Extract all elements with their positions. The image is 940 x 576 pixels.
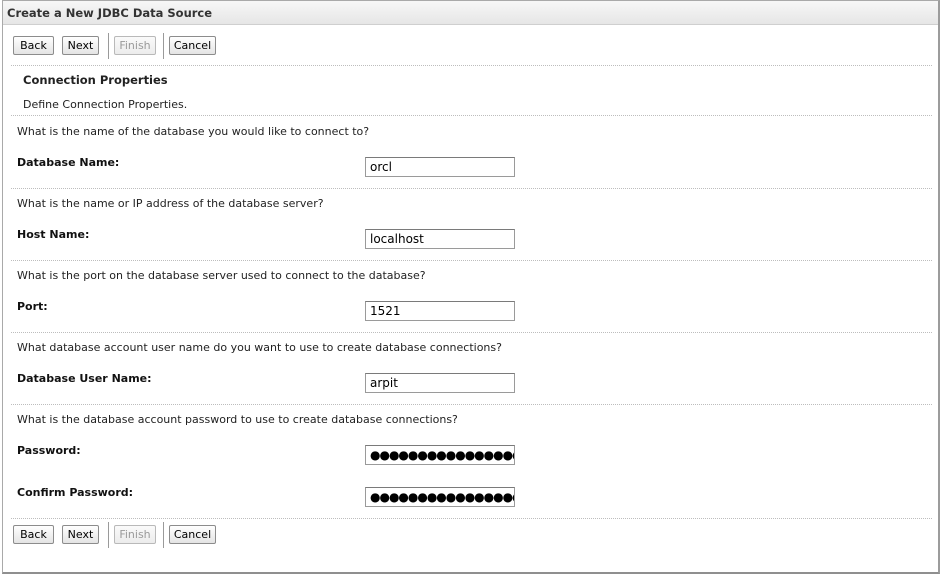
page-title: Create a New JDBC Data Source xyxy=(7,6,213,20)
divider xyxy=(11,260,932,261)
button-separator xyxy=(108,33,109,59)
divider xyxy=(11,115,932,116)
divider xyxy=(11,518,932,519)
database-name-label: Database Name: xyxy=(17,156,120,169)
jdbc-wizard-panel: Create a New JDBC Data Source Back Next … xyxy=(2,0,940,574)
section-title: Connection Properties xyxy=(23,73,168,87)
next-button[interactable]: Next xyxy=(62,525,99,544)
title-bar: Create a New JDBC Data Source xyxy=(3,1,938,25)
host-name-label: Host Name: xyxy=(17,228,90,241)
cancel-button[interactable]: Cancel xyxy=(169,525,216,544)
password-input[interactable]: ●●●●●●●●●●●●●●●●●●●● xyxy=(365,445,515,465)
finish-button[interactable]: Finish xyxy=(114,525,156,544)
database-name-question: What is the name of the database you wou… xyxy=(17,125,370,138)
db-user-input[interactable]: arpit xyxy=(365,373,515,393)
password-question: What is the database account password to… xyxy=(17,413,458,426)
button-separator xyxy=(163,33,164,59)
back-button[interactable]: Back xyxy=(13,525,54,544)
back-button[interactable]: Back xyxy=(13,36,54,55)
port-question: What is the port on the database server … xyxy=(17,269,426,282)
db-user-label: Database User Name: xyxy=(17,372,152,385)
button-separator xyxy=(163,522,164,548)
host-name-question: What is the name or IP address of the da… xyxy=(17,197,324,210)
divider xyxy=(11,332,932,333)
database-name-input[interactable]: orcl xyxy=(365,157,515,177)
db-user-question: What database account user name do you w… xyxy=(17,341,502,354)
password-label: Password: xyxy=(17,444,81,457)
confirm-password-label: Confirm Password: xyxy=(17,486,134,499)
divider xyxy=(11,188,932,189)
next-button[interactable]: Next xyxy=(62,36,99,55)
divider xyxy=(11,404,932,405)
host-name-input[interactable]: localhost xyxy=(365,229,515,249)
port-input[interactable]: 1521 xyxy=(365,301,515,321)
divider xyxy=(11,65,932,66)
cancel-button[interactable]: Cancel xyxy=(169,36,216,55)
finish-button[interactable]: Finish xyxy=(114,36,156,55)
button-separator xyxy=(108,522,109,548)
port-label: Port: xyxy=(17,300,48,313)
confirm-password-input[interactable]: ●●●●●●●●●●●●●●●●●●●● xyxy=(365,487,515,507)
section-description: Define Connection Properties. xyxy=(23,98,188,111)
